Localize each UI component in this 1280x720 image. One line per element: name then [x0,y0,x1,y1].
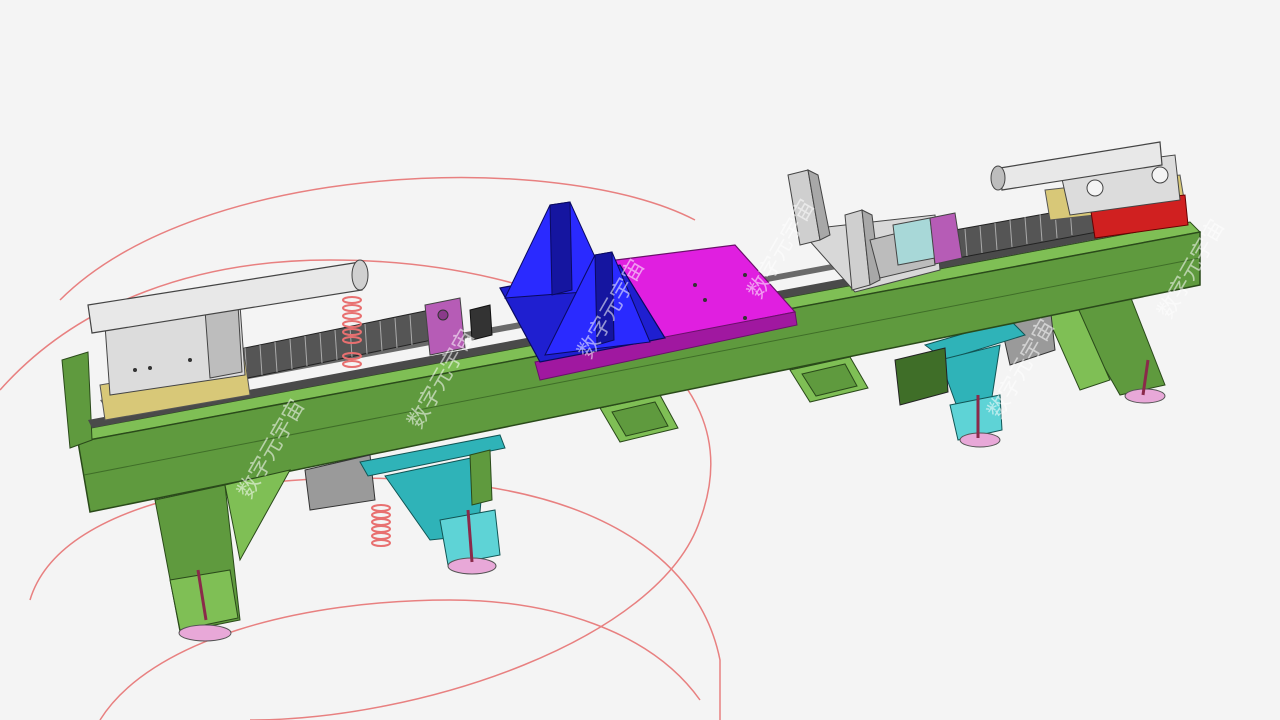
light-blue-block [892,217,936,266]
right-mount-hole-2 [1151,166,1169,184]
spring-coil [342,296,362,304]
spring-coil [342,320,362,328]
spring-coil [371,532,391,540]
spring-coil [371,518,391,526]
bearing-block-right [929,212,963,265]
cad-scene[interactable]: 数字元宇宙 数字元宇宙 数字元宇宙 数字元宇宙 数字元宇宙 数字元宇宙 [0,0,1280,720]
spring-coil [342,360,362,368]
cad-viewport[interactable]: 数字元宇宙 数字元宇宙 数字元宇宙 数字元宇宙 数字元宇宙 数字元宇宙 [0,0,1280,720]
spring-coil [342,312,362,320]
plate-hole [693,283,697,287]
frame-left-end [61,351,93,449]
right-mount-hole-1 [1086,179,1104,197]
spring-coil [371,504,391,512]
mount-hole [133,368,137,372]
rear-motor-box [894,347,949,406]
lower-spring [371,504,391,547]
rear-support-foot-pad [959,432,1001,448]
front-left-leg-group [154,469,291,642]
front-support-green-block [469,449,493,506]
spring-coil [342,304,362,312]
spring-coil [371,525,391,533]
right-cylinder-end-cap [990,165,1006,191]
left-cylinder-end-cap [351,259,369,291]
left-cylinder-side-plate [204,304,243,379]
mount-hole [188,358,192,362]
plate-hole [743,273,747,277]
spring-coil [371,511,391,519]
spring-coil [371,539,391,547]
plate-hole [743,316,747,320]
sketch-curve-lower [29,477,721,720]
mount-hole [148,366,152,370]
plate-hole [703,298,707,302]
bearing-block-left-bore [437,309,449,321]
front-foot-pad-left [178,624,232,642]
blue-rib-rear-face [549,201,573,296]
